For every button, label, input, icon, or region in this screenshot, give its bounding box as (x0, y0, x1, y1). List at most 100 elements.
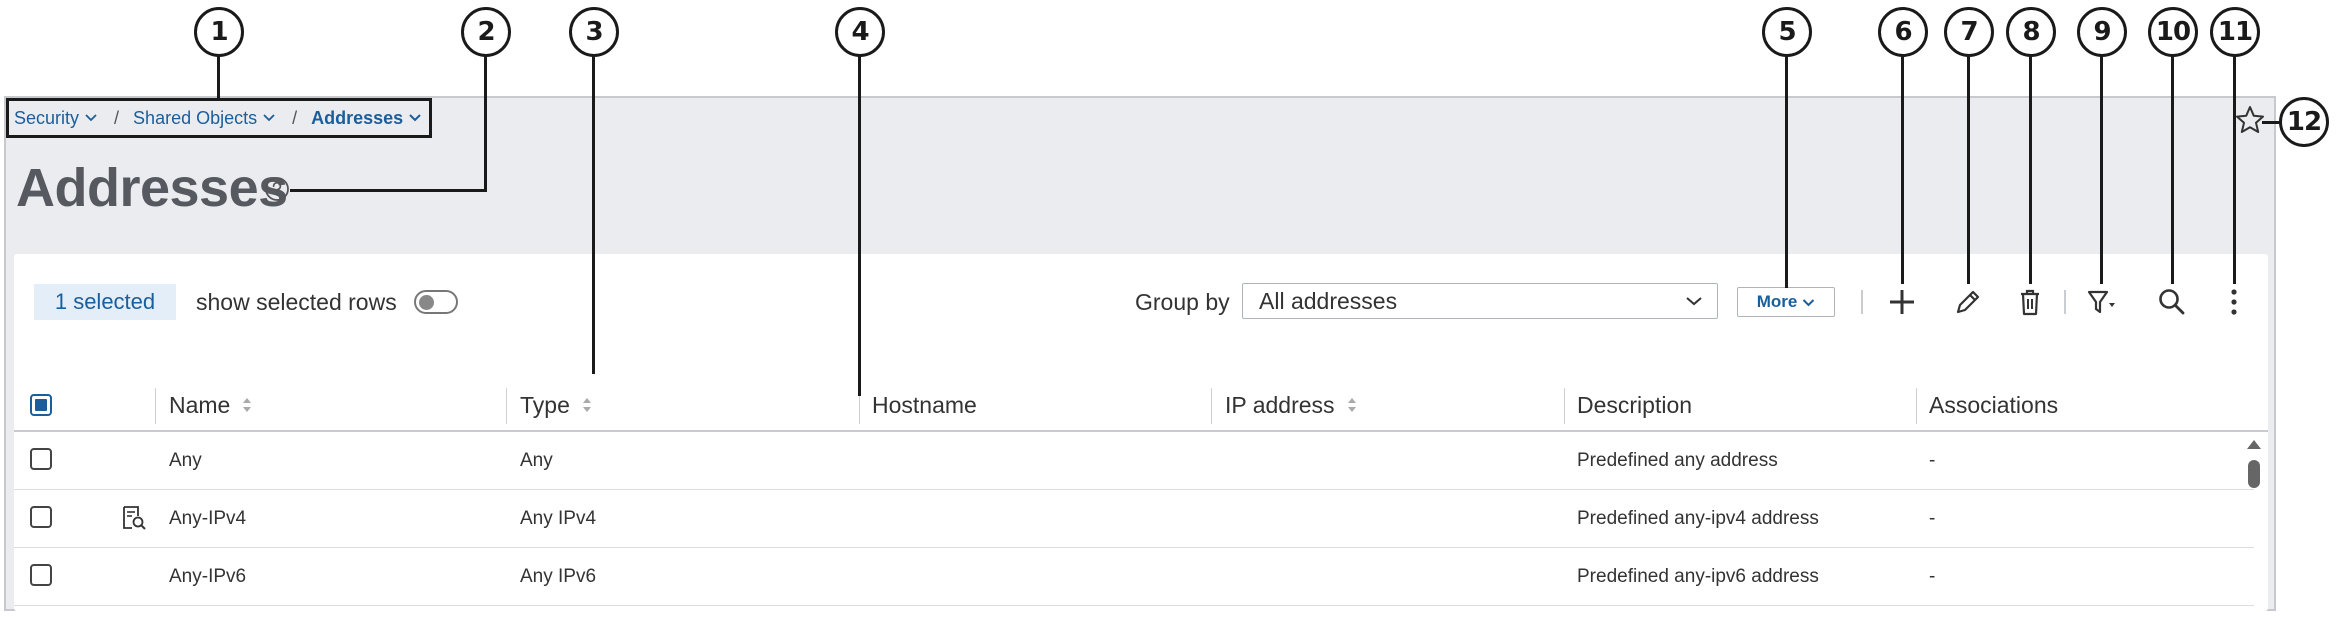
column-separator (155, 388, 156, 424)
column-header-label: Type (520, 391, 570, 418)
column-header-label: Description (1577, 391, 1693, 418)
show-selected-rows-label: show selected rows (196, 289, 397, 315)
column-header-description[interactable]: Description (1577, 380, 1692, 430)
sort-icon (1347, 398, 1356, 412)
callout-10-leader (2171, 56, 2174, 284)
breadcrumb-label: Shared Objects (133, 107, 258, 128)
column-header-ip-address[interactable]: IP address (1225, 380, 1357, 430)
toggle-knob (419, 295, 434, 310)
callout-3-leader (592, 56, 595, 374)
toolbar-divider (1861, 290, 1863, 314)
chevron-down-icon (85, 114, 97, 122)
callout-4: 4 (835, 7, 885, 57)
callout-2-leader-horizontal (290, 189, 487, 192)
callout-12: 12 (2279, 97, 2329, 147)
row-checkbox[interactable] (30, 506, 52, 528)
sort-icon (582, 398, 591, 412)
breadcrumb-label: Security (14, 107, 80, 128)
trash-icon[interactable] (2012, 284, 2048, 320)
callout-5: 5 (1762, 7, 1812, 57)
column-header-type[interactable]: Type (520, 380, 592, 430)
column-header-associations[interactable]: Associations (1929, 380, 2058, 430)
sort-icon (243, 398, 252, 412)
row-checkbox[interactable] (30, 564, 52, 586)
table-row[interactable]: Any-IPv6 Any IPv6 Predefined any-ipv6 ad… (14, 548, 2254, 606)
cell-type: Any (520, 449, 553, 471)
column-header-hostname[interactable]: Hostname (872, 380, 977, 430)
star-icon[interactable] (2234, 104, 2266, 136)
callout-10: 10 (2148, 7, 2198, 57)
help-circle-icon[interactable] (264, 176, 290, 202)
callout-6-leader (1901, 56, 1904, 284)
cell-associations: - (1929, 449, 1936, 471)
toolbar-divider (2064, 290, 2066, 314)
column-header-label: IP address (1225, 391, 1335, 418)
detail-search-icon[interactable] (120, 504, 148, 532)
callout-2-leader-vertical (484, 56, 487, 192)
selected-count-badge: 1 selected (34, 284, 176, 320)
cell-associations: - (1929, 507, 1936, 529)
group-by-value: All addresses (1259, 287, 1398, 314)
cell-description: Predefined any address (1577, 449, 1778, 471)
scroll-up-arrow-icon[interactable] (2247, 440, 2261, 449)
cell-description: Predefined any-ipv6 address (1577, 565, 1819, 587)
column-header-label: Hostname (872, 391, 977, 418)
chevron-down-icon (409, 114, 421, 122)
callout-8: 8 (2006, 7, 2056, 57)
column-separator (506, 388, 507, 424)
group-by-select[interactable]: All addresses (1242, 283, 1718, 319)
callout-5-leader (1785, 56, 1788, 288)
column-header-name[interactable]: Name (169, 380, 252, 430)
callout-8-leader (2029, 56, 2032, 284)
column-header-label: Name (169, 391, 231, 418)
chevron-down-icon (1803, 298, 1815, 306)
breadcrumb-item-security[interactable]: Security (14, 108, 98, 129)
column-separator (1211, 388, 1212, 424)
column-header-label: Associations (1929, 391, 2059, 418)
select-all-checkbox[interactable] (30, 394, 52, 416)
breadcrumb-item-addresses[interactable]: Addresses (311, 108, 422, 129)
plus-icon[interactable] (1884, 284, 1920, 320)
cell-description: Predefined any-ipv4 address (1577, 507, 1819, 529)
cell-name: Any-IPv6 (169, 565, 247, 587)
group-by-label: Group by (1135, 289, 1230, 315)
cell-name: Any-IPv4 (169, 507, 247, 529)
pencil-icon[interactable] (1950, 284, 1986, 320)
table-row[interactable]: Any Any Predefined any address - (14, 432, 2254, 490)
filter-icon[interactable] (2083, 284, 2119, 320)
show-selected-rows-toggle[interactable] (414, 290, 458, 314)
chevron-down-icon (263, 114, 275, 122)
row-checkbox[interactable] (30, 448, 52, 470)
table-header: Name Type Hostname IP address Descriptio… (14, 380, 2268, 432)
breadcrumb-label: Addresses (311, 107, 404, 128)
callout-9-leader (2100, 56, 2103, 284)
table-row[interactable]: Any-IPv4 Any IPv4 Predefined any-ipv4 ad… (14, 490, 2254, 548)
callout-7-leader (1967, 56, 1970, 284)
column-separator (1916, 388, 1917, 424)
callout-4-leader (858, 56, 861, 396)
callout-9: 9 (2077, 7, 2127, 57)
page-title: Addresses (16, 158, 288, 218)
column-separator (1564, 388, 1565, 424)
callout-6: 6 (1878, 7, 1928, 57)
cell-type: Any IPv6 (520, 565, 597, 587)
scroll-thumb[interactable] (2248, 460, 2260, 488)
more-button-label: More (1756, 292, 1798, 311)
more-button[interactable]: More (1737, 287, 1835, 317)
breadcrumb-separator: / (114, 107, 120, 128)
search-icon[interactable] (2154, 284, 2190, 320)
breadcrumb-item-shared-objects[interactable]: Shared Objects (133, 108, 276, 129)
cell-associations: - (1929, 565, 1936, 587)
callout-11: 11 (2210, 7, 2260, 57)
callout-2: 2 (461, 7, 511, 57)
callout-11-leader (2233, 56, 2236, 284)
breadcrumb: Security / Shared Objects / Addresses (6, 98, 432, 138)
table-scrollbar[interactable] (2244, 436, 2264, 610)
callout-1: 1 (194, 7, 244, 57)
vertical-ellipsis-icon[interactable] (2216, 284, 2252, 320)
cell-name: Any (169, 449, 202, 471)
callout-1-leader (217, 56, 220, 100)
cell-type: Any IPv4 (520, 507, 597, 529)
chevron-down-icon (1686, 297, 1702, 306)
callout-7: 7 (1944, 7, 1994, 57)
